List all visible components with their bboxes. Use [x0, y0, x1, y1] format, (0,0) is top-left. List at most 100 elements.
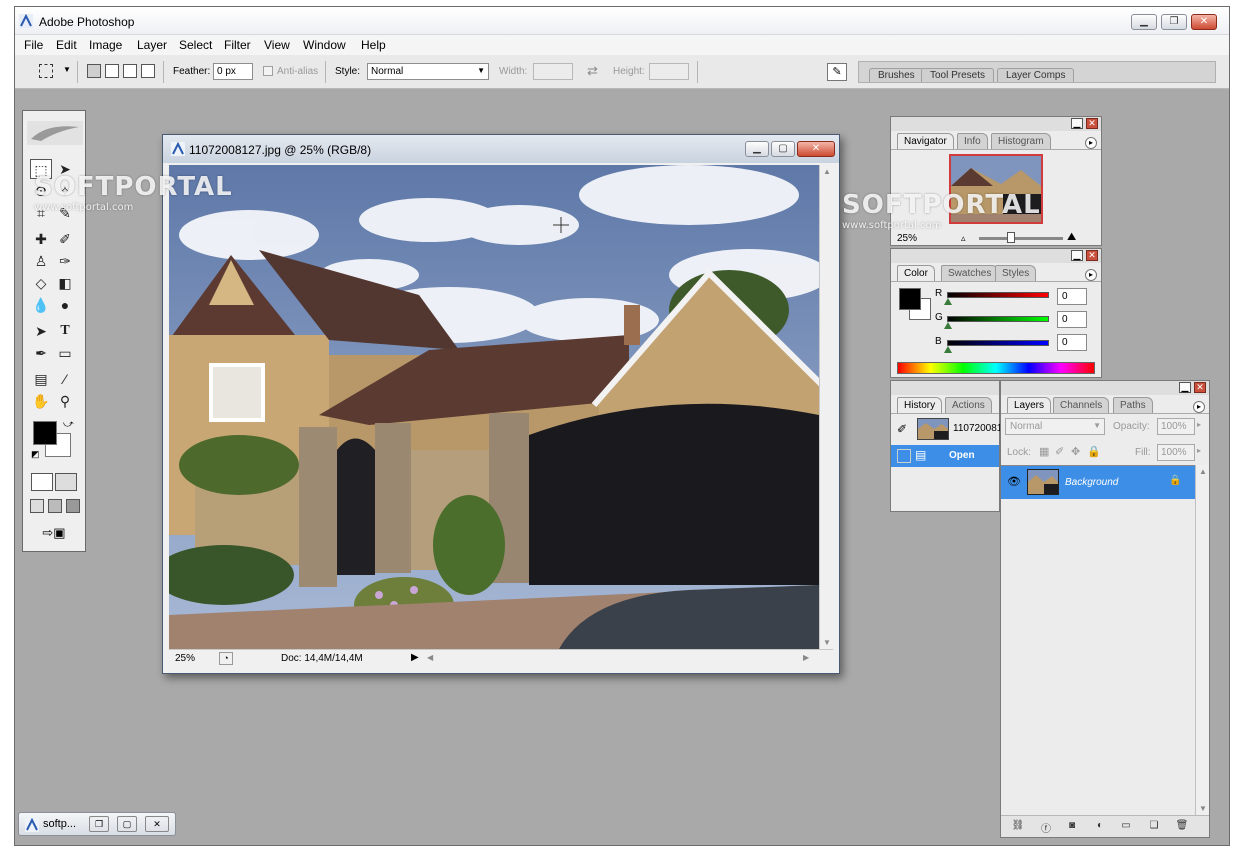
- close-button[interactable]: ✕: [1191, 14, 1217, 30]
- gradient-tool-icon[interactable]: ◧: [54, 273, 76, 293]
- jump-to-imageready-icon[interactable]: ⇨▣: [31, 525, 77, 545]
- tab-history[interactable]: History: [897, 397, 943, 413]
- brush-tool-icon[interactable]: ✐: [54, 229, 76, 249]
- scroll-up-arrow[interactable]: ▲: [1199, 467, 1207, 476]
- palette-minimize-button[interactable]: ▁: [1179, 382, 1191, 393]
- delete-layer-icon[interactable]: 🗑: [1175, 820, 1189, 833]
- style-select[interactable]: Normal ▼: [367, 63, 489, 80]
- restore-icon[interactable]: ❐: [89, 816, 109, 832]
- palette-menu-icon[interactable]: ▸: [1193, 401, 1205, 413]
- menu-edit[interactable]: Edit: [56, 38, 77, 52]
- doc-minimize-button[interactable]: ▁: [745, 141, 769, 157]
- scroll-down-arrow[interactable]: ▼: [1199, 804, 1207, 813]
- height-input[interactable]: [649, 63, 689, 80]
- tab-paths[interactable]: Paths: [1113, 397, 1153, 413]
- r-slider[interactable]: [947, 292, 1049, 298]
- notes-tool-icon[interactable]: ▤: [30, 369, 52, 389]
- well-tab-tool-presets[interactable]: Tool Presets: [921, 68, 995, 82]
- scroll-up-arrow[interactable]: ▲: [823, 167, 831, 176]
- clone-stamp-icon[interactable]: ♙: [30, 251, 52, 271]
- zoom-slider-thumb[interactable]: [1007, 232, 1015, 243]
- new-layer-icon[interactable]: ❏: [1147, 820, 1161, 833]
- menu-select[interactable]: Select: [179, 38, 212, 52]
- history-brush-icon[interactable]: ✑: [54, 251, 76, 271]
- opacity-input[interactable]: 100%: [1157, 418, 1195, 435]
- tab-actions[interactable]: Actions: [945, 397, 992, 413]
- b-slider[interactable]: [947, 340, 1049, 346]
- zoom-out-icon[interactable]: ▵: [961, 233, 966, 244]
- scroll-right-arrow[interactable]: ▶: [803, 653, 809, 662]
- palette-close-button[interactable]: ✕: [1194, 382, 1206, 393]
- zoom-preview-icon[interactable]: ◔: [219, 652, 233, 665]
- tab-navigator[interactable]: Navigator: [897, 133, 954, 149]
- b-slider-thumb[interactable]: [944, 346, 952, 353]
- menu-help[interactable]: Help: [361, 38, 386, 52]
- swap-arrows-icon[interactable]: ⇄: [587, 63, 598, 79]
- eraser-tool-icon[interactable]: ◇: [30, 273, 52, 293]
- healing-brush-icon[interactable]: ✚: [30, 229, 52, 249]
- menu-file[interactable]: File: [24, 38, 43, 52]
- add-selection-icon[interactable]: [105, 64, 119, 78]
- history-state-checkbox[interactable]: [897, 449, 911, 463]
- type-tool-icon[interactable]: T: [54, 321, 76, 341]
- rect-marquee-icon[interactable]: [39, 64, 53, 78]
- navigator-zoom[interactable]: 25%: [897, 233, 917, 244]
- close-icon[interactable]: ✕: [145, 816, 169, 832]
- tab-color[interactable]: Color: [897, 265, 935, 281]
- tab-layers[interactable]: Layers: [1007, 397, 1052, 413]
- lock-transparency-icon[interactable]: ▦: [1039, 445, 1049, 458]
- blur-tool-icon[interactable]: 💧: [30, 295, 52, 315]
- quick-mask-button[interactable]: [55, 473, 77, 491]
- r-value[interactable]: 0: [1057, 288, 1087, 305]
- fill-arrow-icon[interactable]: ▸: [1197, 446, 1201, 455]
- visibility-eye-icon[interactable]: 👁: [1007, 475, 1021, 488]
- feather-input[interactable]: 0 px: [213, 63, 253, 80]
- standard-mode-button[interactable]: [31, 473, 53, 491]
- opacity-arrow-icon[interactable]: ▸: [1197, 420, 1201, 429]
- history-state-row[interactable]: ▤ Open: [891, 445, 999, 467]
- zoom-slider-track[interactable]: [979, 237, 1063, 240]
- history-brush-source-icon[interactable]: ✐: [897, 422, 907, 436]
- zoom-tool-icon[interactable]: ⚲: [54, 391, 76, 411]
- dodge-tool-icon[interactable]: ●: [54, 295, 76, 315]
- tab-histogram[interactable]: Histogram: [991, 133, 1051, 149]
- antialias-checkbox[interactable]: [263, 66, 273, 76]
- adjustment-layer-icon[interactable]: ◐: [1093, 820, 1107, 833]
- palette-close-button[interactable]: ✕: [1086, 250, 1098, 261]
- lock-position-icon[interactable]: ✥: [1071, 445, 1080, 458]
- rectangle-tool-icon[interactable]: ▭: [54, 343, 76, 363]
- minimize-button[interactable]: ▁: [1131, 14, 1157, 30]
- default-colors-icon[interactable]: ◩: [31, 449, 40, 460]
- layer-style-icon[interactable]: ⓕ: [1039, 820, 1053, 835]
- foreground-color-chip[interactable]: [899, 288, 921, 310]
- menu-window[interactable]: Window: [303, 38, 346, 52]
- well-tab-layer-comps[interactable]: Layer Comps: [997, 68, 1075, 82]
- palette-close-button[interactable]: ✕: [1086, 118, 1098, 129]
- new-group-icon[interactable]: ▭: [1119, 820, 1133, 833]
- intersect-selection-icon[interactable]: [141, 64, 155, 78]
- screen-mode-full-icon[interactable]: [66, 499, 80, 513]
- palette-menu-icon[interactable]: ▸: [1085, 269, 1097, 281]
- menu-image[interactable]: Image: [89, 38, 122, 52]
- g-value[interactable]: 0: [1057, 311, 1087, 328]
- pen-tool-icon[interactable]: ✒: [30, 343, 52, 363]
- minimized-window-button[interactable]: softp... ❐ ▢ ✕: [18, 812, 176, 836]
- foreground-color-front[interactable]: [33, 421, 57, 445]
- eyedropper-icon[interactable]: ⁄: [54, 369, 76, 389]
- lock-image-icon[interactable]: ✐: [1055, 445, 1064, 458]
- lock-all-icon[interactable]: 🔒: [1087, 445, 1101, 458]
- doc-maximize-button[interactable]: ▢: [771, 141, 795, 157]
- screen-mode-full-menu-icon[interactable]: [48, 499, 62, 513]
- scroll-left-arrow[interactable]: ◀: [427, 653, 433, 662]
- menu-layer[interactable]: Layer: [137, 38, 167, 52]
- b-value[interactable]: 0: [1057, 334, 1087, 351]
- fill-input[interactable]: 100%: [1157, 444, 1195, 461]
- new-selection-icon[interactable]: [87, 64, 101, 78]
- subtract-selection-icon[interactable]: [123, 64, 137, 78]
- tab-swatches[interactable]: Swatches: [941, 265, 999, 281]
- swap-colors-icon[interactable]: ⤻: [63, 419, 74, 430]
- tab-styles[interactable]: Styles: [995, 265, 1037, 281]
- link-layers-icon[interactable]: ⛓: [1011, 820, 1025, 833]
- maximize-icon[interactable]: ▢: [117, 816, 137, 832]
- well-tab-brushes[interactable]: Brushes: [869, 68, 924, 82]
